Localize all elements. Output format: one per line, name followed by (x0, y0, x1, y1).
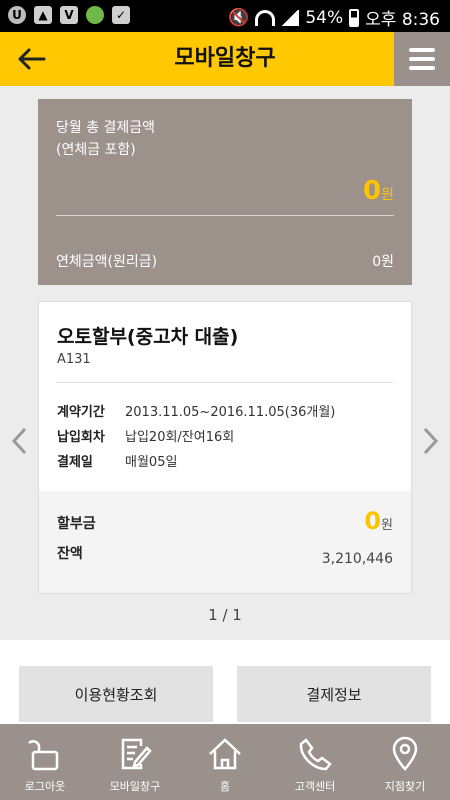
loan-code: A131 (57, 352, 91, 367)
payment-day-row: 결제일 매월05일 (57, 455, 178, 470)
action-area: 이용현황조회 결제정보 (0, 640, 450, 724)
home-icon (209, 738, 241, 770)
wifi-icon (255, 9, 276, 26)
checklist-icon: ✓ (112, 6, 130, 24)
overdue-label: 연체금액(원리금) (56, 254, 158, 270)
phone-icon (299, 738, 332, 771)
u-app-icon: U (8, 6, 26, 24)
loan-info: 계약기간 2013.11.05~2016.11.05(36개월) 납입회차 납입… (57, 398, 335, 473)
installment-label: 할부금 (57, 516, 96, 532)
clock: 오후 8:36 (365, 10, 440, 30)
hamburger-icon (409, 48, 435, 52)
battery-percent: 54% (305, 7, 344, 28)
total-payment-amount: 0원 (363, 176, 394, 206)
status-bar: U ▲ V ✓ 🔇 54% 오후 8:36 (0, 0, 450, 32)
divider (56, 215, 394, 216)
menu-button[interactable] (394, 32, 450, 86)
vg-app-icon: V (60, 6, 78, 24)
payment-summary-panel: 당월 총 결제금액 (연체금 포함) 0원 연체금액(원리금) 0원 (38, 99, 412, 285)
balance-value: 3,210,446 (321, 551, 393, 567)
title-bar: 모바일창구 (0, 32, 450, 86)
document-edit-icon (121, 738, 152, 770)
mute-icon: 🔇 (228, 7, 250, 28)
installment-amount: 0원 (364, 507, 393, 535)
nav-mobile-window[interactable]: 모바일창구 (90, 724, 180, 800)
gallery-icon: ▲ (34, 6, 52, 24)
main-content: 당월 총 결제금액 (연체금 포함) 0원 연체금액(원리금) 0원 오토할부(… (0, 86, 450, 640)
total-payment-label: 당월 총 결제금액 (연체금 포함) (56, 120, 156, 158)
balance-label: 잔액 (57, 546, 83, 562)
nav-find-branch[interactable]: 지점찾기 (360, 724, 450, 800)
page-indicator: 1 / 1 (208, 606, 242, 624)
nav-customer-center[interactable]: 고객센터 (270, 724, 360, 800)
chevron-left-icon[interactable] (10, 426, 28, 456)
contract-period-row: 계약기간 2013.11.05~2016.11.05(36개월) (57, 405, 336, 420)
nav-home[interactable]: 홈 (180, 724, 270, 800)
signal-icon (281, 9, 300, 26)
chevron-right-icon[interactable] (422, 426, 440, 456)
unlock-icon (28, 740, 59, 771)
battery-icon (349, 8, 360, 27)
loan-card: 오토할부(중고차 대출) A131 계약기간 2013.11.05~2016.1… (38, 301, 412, 594)
loan-amounts: 할부금 0원 잔액 3,210,446 (39, 491, 411, 593)
payment-count-row: 납입회차 납입20회/잔여16회 (57, 430, 235, 445)
loan-title: 오토할부(중고차 대출) (57, 326, 239, 348)
payment-info-button[interactable]: 결제정보 (237, 666, 431, 722)
usage-status-button[interactable]: 이용현황조회 (19, 666, 213, 722)
page-title: 모바일창구 (174, 46, 276, 71)
divider (57, 382, 393, 383)
overdue-value: 0원 (372, 254, 394, 270)
bottom-nav: 로그아웃 모바일창구 홈 고객센터 지점찾기 (0, 724, 450, 800)
location-pin-icon (392, 736, 418, 771)
nav-logout[interactable]: 로그아웃 (0, 724, 90, 800)
frog-app-icon (86, 6, 104, 24)
